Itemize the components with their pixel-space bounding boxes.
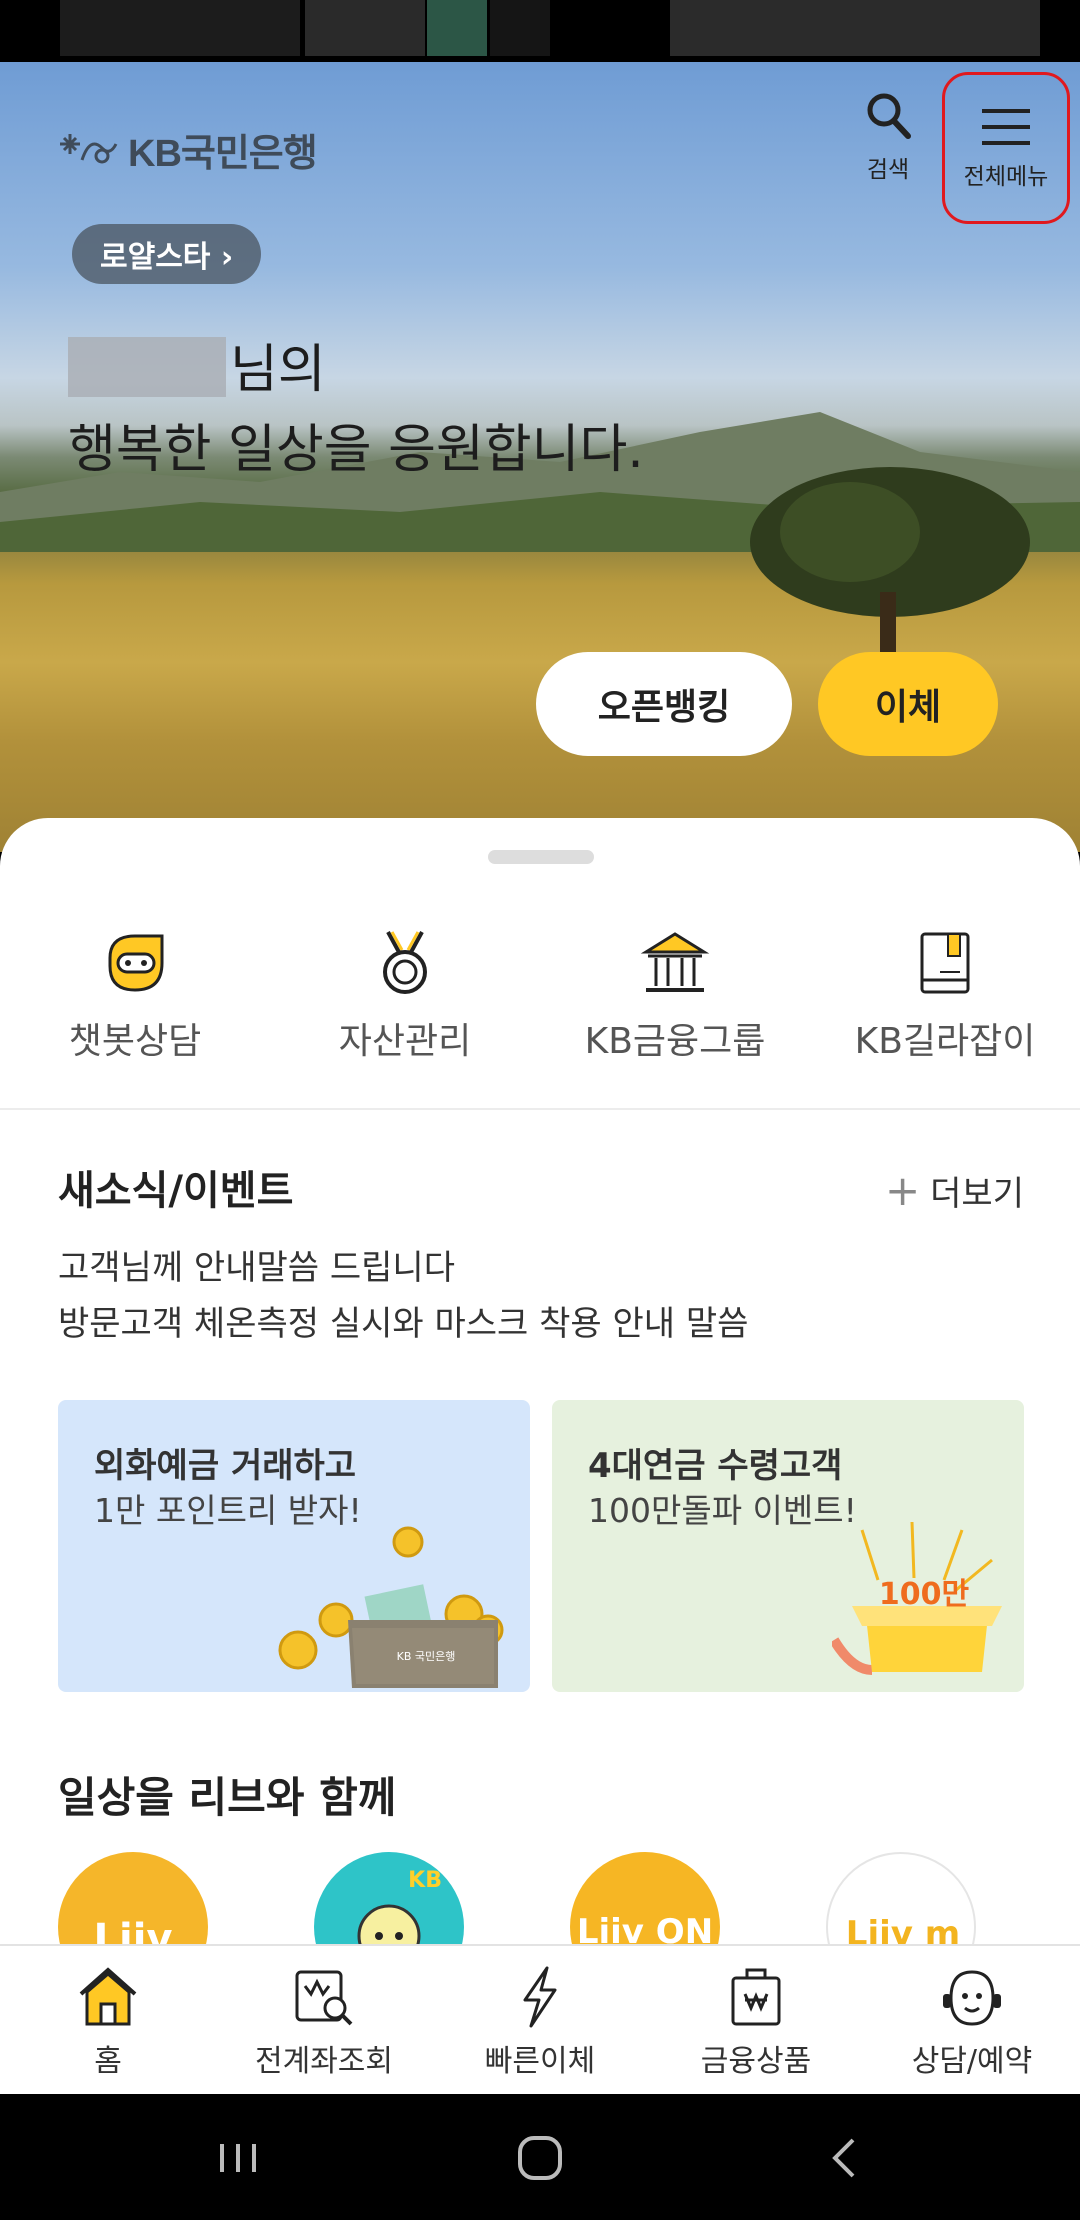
more-label: 더보기 (930, 1174, 1024, 1214)
nav-financial-products[interactable]: 금융상품 (648, 1946, 864, 2094)
news-item[interactable]: 고객님께 안내말씀 드립니다 (58, 1240, 455, 1289)
lightning-icon (523, 1966, 557, 2028)
app-label: Liiv m (845, 1914, 961, 1948)
drag-handle[interactable] (488, 850, 594, 864)
medal-icon (383, 931, 427, 994)
nav-label: 금융상품 (700, 2044, 812, 2079)
nav-label: 전계좌조회 (255, 2044, 393, 2079)
quick-item-label: 자산관리 (338, 1021, 472, 1062)
banner-subtitle: 100만돌파 이벤트! (588, 1491, 857, 1530)
kb-character-app-shortcut[interactable]: KB (314, 1852, 464, 1948)
brand-logo[interactable]: KB국민은행 (58, 122, 318, 177)
liiv-app-shortcut[interactable]: Liiv (58, 1852, 208, 1948)
bank-building-icon (640, 932, 710, 992)
guide-book-icon (920, 932, 970, 994)
hero-banner: KB국민은행 검색 전체메뉴 로얄스타 › 님의 행복한 일상을 응원합니다. … (0, 62, 1080, 852)
quick-item-label: 챗봇상담 (68, 1021, 202, 1062)
quick-item-label: KB금융그룹 (584, 1021, 766, 1062)
nav-label: 홈 (94, 2044, 122, 2079)
transfer-button[interactable]: 이체 (818, 652, 998, 756)
nav-quick-transfer[interactable]: 빠른이체 (432, 1946, 648, 2094)
consultant-icon (943, 1970, 1001, 2026)
nav-label: 빠른이체 (484, 2044, 596, 2079)
wallet-coins-illustration: KB 국민은행 (278, 1526, 504, 1688)
wallet-brand-text: KB 국민은행 (397, 1650, 456, 1663)
search-button[interactable]: 검색 (852, 88, 924, 184)
section-divider (0, 1108, 1080, 1110)
redacted-name (68, 337, 226, 397)
status-bar-redacted (490, 0, 550, 56)
nav-label: 상담/예약 (911, 2044, 1033, 2079)
status-bar-redacted (670, 0, 1040, 56)
open-banking-button[interactable]: 오픈뱅킹 (536, 652, 792, 756)
full-menu-button[interactable]: 전체메뉴 (942, 72, 1070, 224)
main-sheet: 챗봇상담 자산관리 KB금융그룹 KB길라잡이 새소식/이벤트 + 더보기 고객… (0, 818, 1080, 1948)
home-icon (79, 1967, 137, 2026)
home-system-icon[interactable] (510, 2128, 570, 2188)
search-label: 검색 (866, 157, 910, 183)
back-icon[interactable] (815, 2128, 875, 2188)
banner-headline: 4대연금 수령고객 (588, 1446, 843, 1486)
status-bar-redacted (427, 0, 487, 56)
search-icon (867, 93, 911, 139)
app-label: Liiv ON (576, 1912, 714, 1948)
event-banner-fx-deposit[interactable]: 외화예금 거래하고 1만 포인트리 받자! KB 국민은행 (58, 1400, 530, 1692)
greeting-line1: 님의 (230, 340, 326, 400)
app-label: KB (408, 1868, 442, 1893)
gift-box-illustration: 100만 (832, 1521, 1002, 1675)
nav-home[interactable]: 홈 (0, 1946, 216, 2094)
news-section-title: 새소식/이벤트 (58, 1168, 294, 1214)
character-icon (357, 1904, 421, 1948)
account-search-icon (295, 1970, 353, 2026)
quick-item-asset-management[interactable]: 자산관리 (270, 928, 540, 1108)
quick-item-kb-guide[interactable]: KB길라잡이 (810, 928, 1080, 1108)
news-more-button[interactable]: + 더보기 (885, 1166, 1024, 1215)
plus-icon: + (884, 1166, 921, 1215)
gift-box-text: 100만 (879, 1577, 970, 1612)
liiv-on-app-shortcut[interactable]: Liiv ON (570, 1852, 720, 1948)
daily-section-title: 일상을 리브와 함께 (58, 1773, 397, 1822)
kb-star-logo-icon (60, 133, 118, 163)
recent-apps-icon[interactable] (208, 2128, 268, 2188)
product-bag-icon (731, 1968, 781, 2026)
quick-item-label: KB길라잡이 (854, 1021, 1036, 1062)
news-item[interactable]: 방문고객 체온측정 실시와 마스크 착용 안내 말씀 (58, 1296, 748, 1345)
status-bar-redacted (60, 0, 300, 56)
full-menu-label: 전체메뉴 (963, 164, 1049, 190)
greeting-line2: 행복한 일상을 응원합니다. (68, 420, 644, 480)
banner-headline: 외화예금 거래하고 (94, 1446, 357, 1486)
greeting: 님의 행복한 일상을 응원합니다. (68, 330, 644, 490)
quick-item-kb-group[interactable]: KB금융그룹 (540, 928, 810, 1108)
status-bar-redacted (305, 0, 425, 56)
system-navigation-bar (0, 2094, 1080, 2220)
status-bar (0, 0, 1080, 62)
brand-name: KB국민은행 (128, 133, 318, 175)
liiv-m-app-shortcut[interactable]: Liiv m (826, 1852, 976, 1948)
nav-consultation[interactable]: 상담/예약 (864, 1946, 1080, 2094)
nav-all-accounts[interactable]: 전계좌조회 (216, 1946, 432, 2094)
hamburger-menu-icon (982, 109, 1030, 145)
quick-menu: 챗봇상담 자산관리 KB금융그룹 KB길라잡이 (0, 928, 1080, 1108)
chatbot-icon (108, 934, 164, 992)
tree-illustration (750, 467, 1030, 652)
customer-grade-badge[interactable]: 로얄스타 › (72, 224, 262, 284)
quick-item-chatbot[interactable]: 챗봇상담 (0, 928, 270, 1108)
bottom-navigation: 홈 전계좌조회 빠른이체 금융상품 상담/예약 (0, 1944, 1080, 2094)
event-banner-pension[interactable]: 4대연금 수령고객 100만돌파 이벤트! 100만 (552, 1400, 1024, 1692)
